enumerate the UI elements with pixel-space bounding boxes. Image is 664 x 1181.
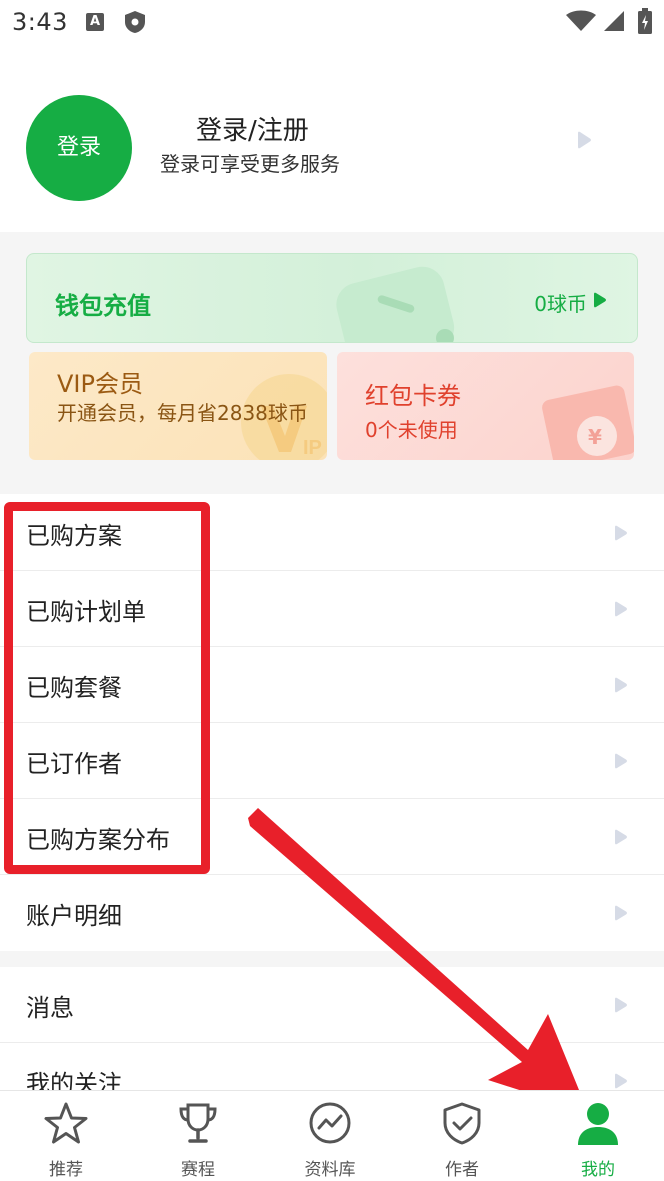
tab-label: 推荐 [49, 1160, 83, 1180]
red-envelope-icon: ¥ [542, 385, 634, 460]
profile-title[interactable]: 登录/注册 [196, 110, 309, 147]
menu-item-purchased-packages[interactable]: 已购套餐 [0, 647, 664, 723]
chevron-right-icon [614, 525, 628, 545]
shield-check-icon [443, 1102, 481, 1145]
red-packet-title: 红包卡券 [365, 382, 461, 410]
tab-label: 我的 [581, 1160, 615, 1180]
tab-recommend[interactable]: 推荐 [0, 1091, 132, 1181]
svg-text:¥: ¥ [588, 425, 602, 449]
tab-label: 赛程 [181, 1160, 215, 1180]
vip-title: VIP会员 [57, 370, 143, 398]
keyboard-a-icon: A [86, 13, 104, 31]
star-icon [44, 1102, 88, 1144]
svg-text:IP: IP [303, 437, 322, 459]
menu-item-label: 已购方案分布 [26, 826, 170, 854]
vip-member-card[interactable]: IP VIP会员 开通会员，每月省2838球币 [29, 352, 327, 460]
tab-schedule[interactable]: 赛程 [132, 1091, 264, 1181]
menu-item-messages[interactable]: 消息 [0, 967, 664, 1043]
wallet-icon [336, 266, 455, 342]
chevron-right-icon [614, 601, 628, 621]
person-icon [578, 1103, 618, 1145]
chevron-right-icon [614, 1073, 628, 1090]
tab-label: 资料库 [304, 1160, 356, 1180]
tab-database[interactable]: 资料库 [264, 1091, 396, 1181]
menu-item-label: 已购套餐 [26, 674, 122, 702]
menu-item-label: 账户明细 [26, 902, 122, 930]
chevron-right-icon [614, 753, 628, 773]
menu-item-label: 已订作者 [26, 750, 122, 778]
chart-circle-icon [309, 1102, 351, 1144]
purchase-menu-list: 已购方案 已购计划单 已购套餐 已订作者 已购方案分布 账户明细 [0, 495, 664, 951]
menu-item-purchased-plans[interactable]: 已购方案 [0, 495, 664, 571]
wallet-balance: 0球币 [534, 292, 587, 316]
shield-icon [124, 10, 146, 38]
menu-item-subscribed-authors[interactable]: 已订作者 [0, 723, 664, 799]
bottom-tab-bar: 推荐 赛程 资料库 作者 我的 [0, 1090, 664, 1181]
chevron-right-icon [614, 677, 628, 697]
menu-item-purchased-plan-sheets[interactable]: 已购计划单 [0, 571, 664, 647]
signal-icon [603, 10, 625, 36]
chevron-right-icon [614, 905, 628, 925]
chevron-right-icon[interactable] [576, 131, 592, 153]
section-divider [0, 951, 664, 967]
menu-item-label: 已购方案 [26, 522, 122, 550]
vip-subtitle: 开通会员，每月省2838球币 [57, 401, 308, 425]
tab-author[interactable]: 作者 [396, 1091, 528, 1181]
menu-item-label: 已购计划单 [26, 598, 146, 626]
general-menu-list: 消息 我的关注 [0, 967, 664, 1090]
play-arrow-icon [593, 292, 607, 312]
status-bar: 3:43 A [0, 0, 664, 48]
red-packet-coupon-card[interactable]: ¥ 红包卡券 0个未使用 [337, 352, 634, 460]
menu-item-account-details[interactable]: 账户明细 [0, 875, 664, 951]
wifi-icon [566, 10, 596, 36]
profile-subtitle: 登录可享受更多服务 [160, 152, 340, 176]
tab-mine[interactable]: 我的 [532, 1091, 664, 1181]
menu-item-my-follows[interactable]: 我的关注 [0, 1043, 664, 1090]
chevron-right-icon [614, 829, 628, 849]
menu-item-label: 我的关注 [26, 1070, 122, 1090]
trophy-icon [179, 1103, 217, 1143]
wallet-title: 钱包充值 [55, 292, 151, 320]
tab-label: 作者 [445, 1160, 479, 1180]
menu-item-purchased-plan-distribution[interactable]: 已购方案分布 [0, 799, 664, 875]
battery-icon [638, 8, 652, 38]
red-packet-subtitle: 0个未使用 [365, 418, 458, 442]
login-avatar-button[interactable]: 登录 [26, 95, 132, 201]
status-time: 3:43 [12, 8, 68, 36]
chevron-right-icon [614, 997, 628, 1017]
wallet-recharge-card[interactable]: 钱包充值 0球币 [26, 253, 638, 343]
menu-item-label: 消息 [26, 994, 74, 1022]
